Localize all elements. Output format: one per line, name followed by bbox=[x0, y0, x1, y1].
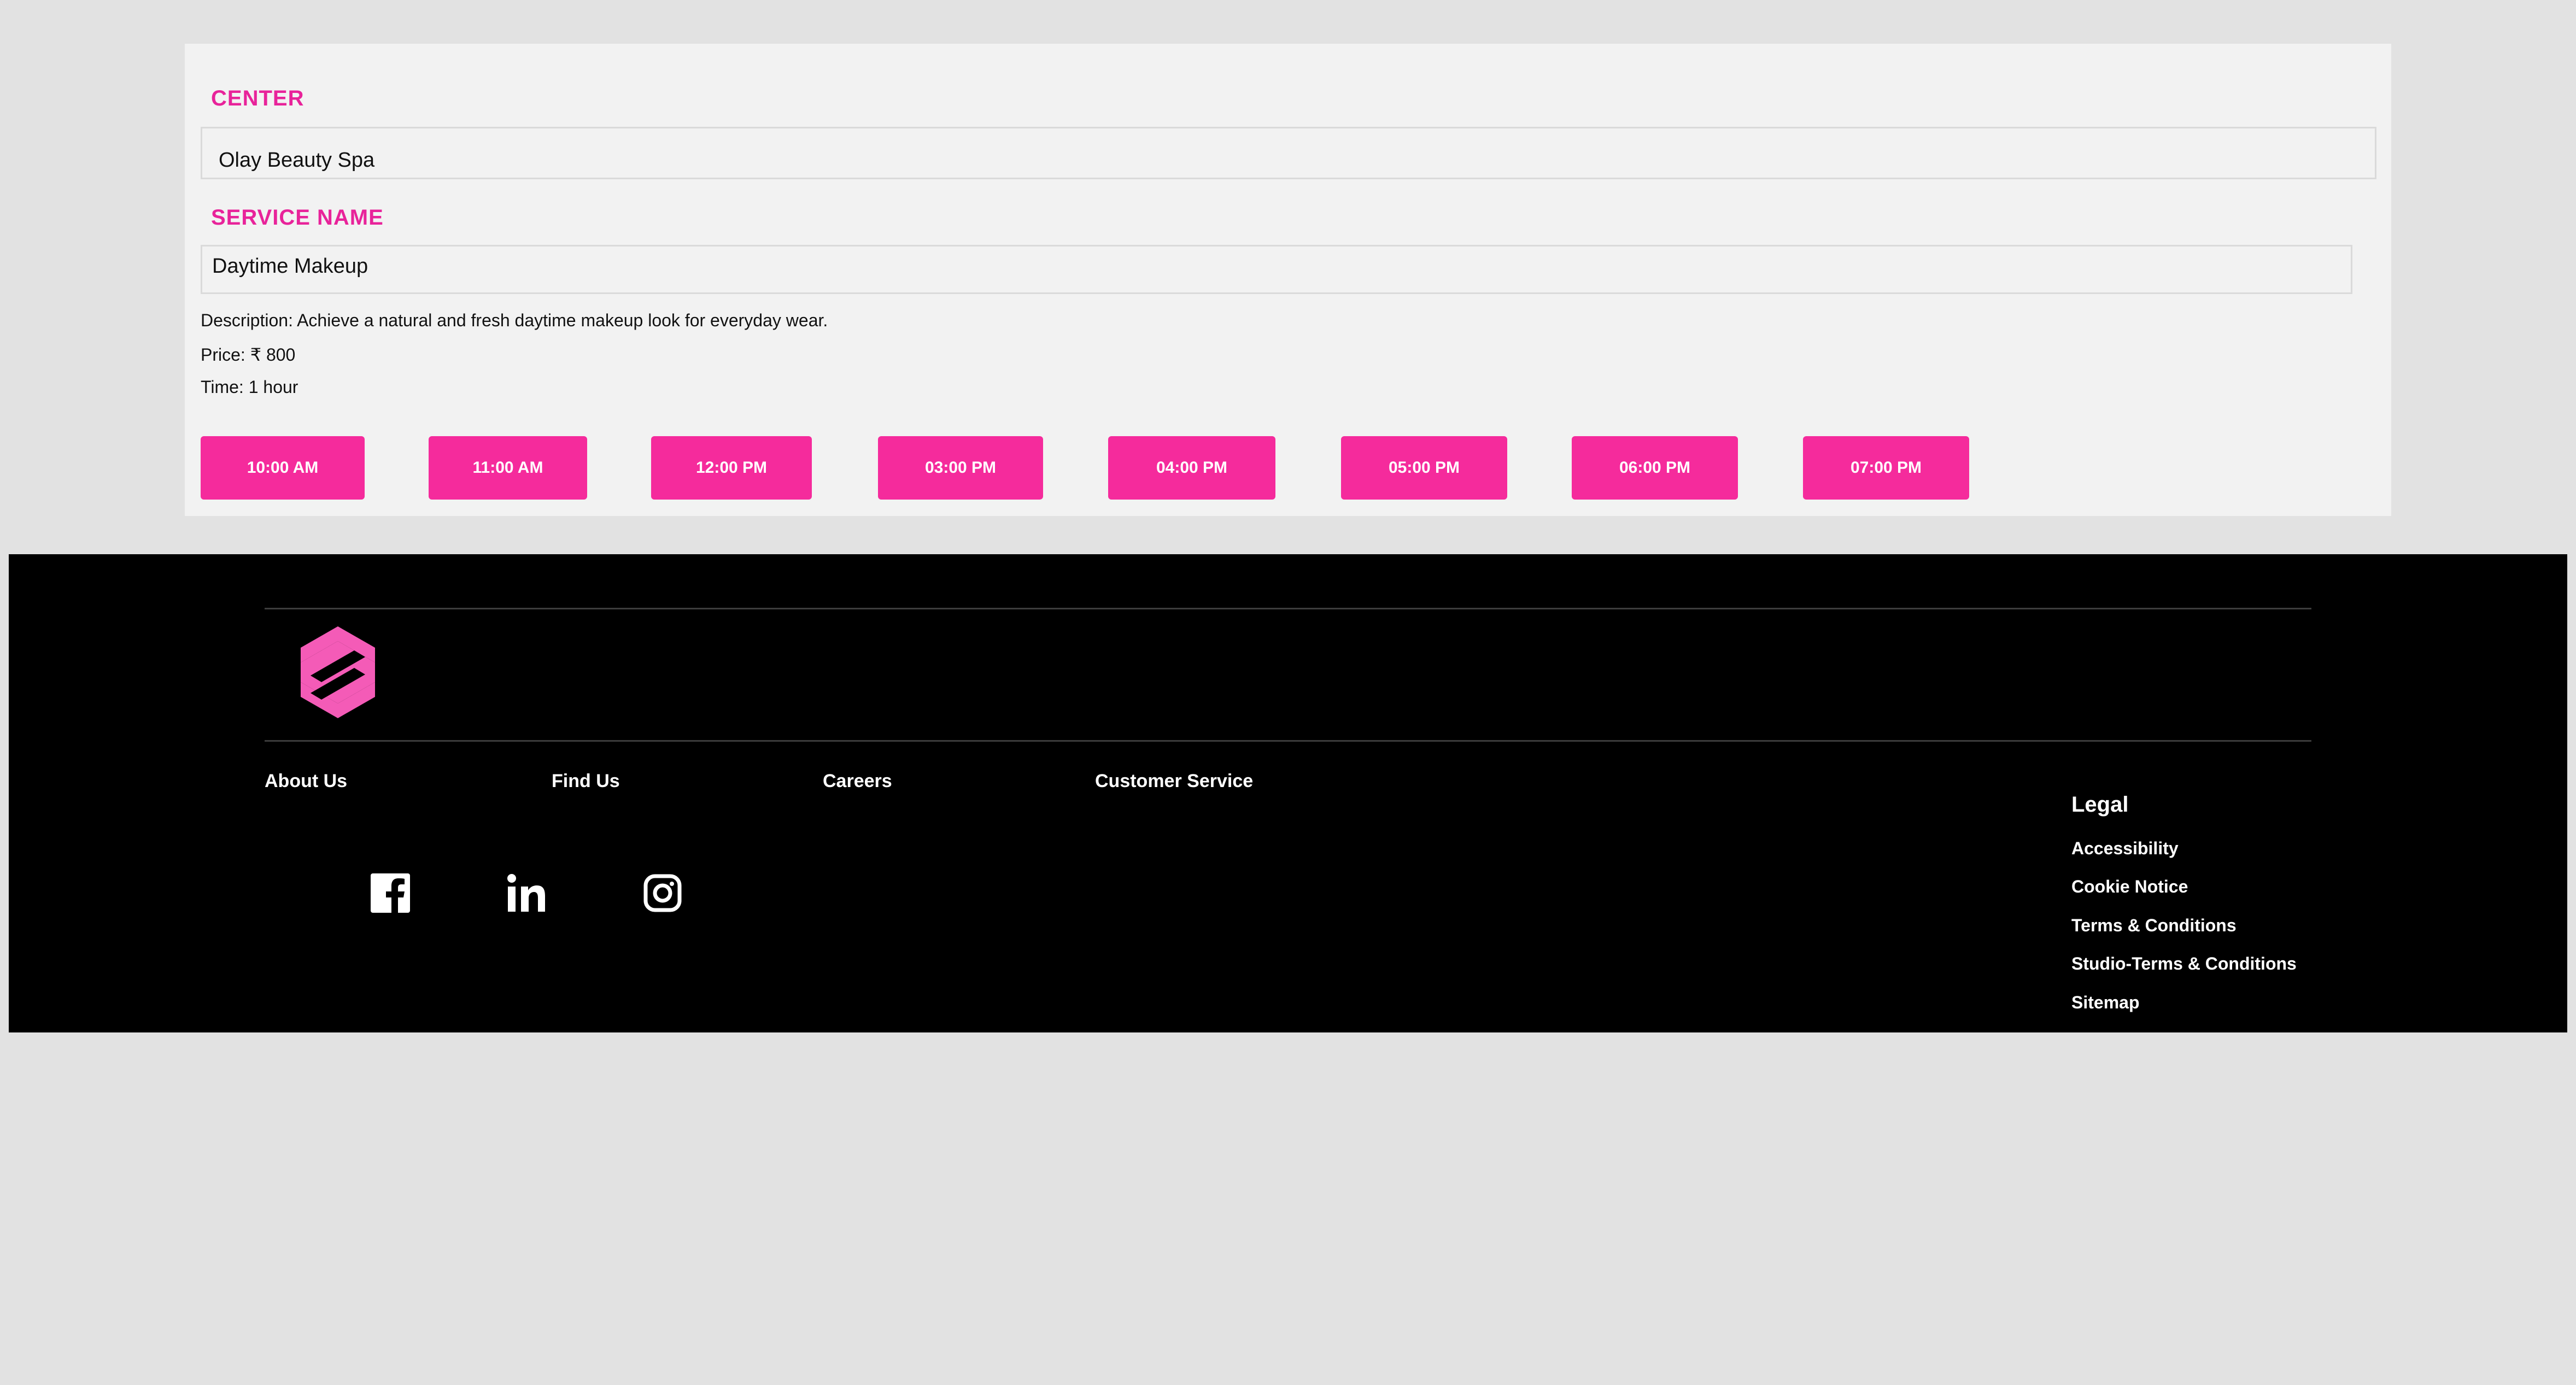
time-slot-button[interactable]: 10:00 AM bbox=[201, 436, 365, 500]
time-slot-button[interactable]: 11:00 AM bbox=[429, 436, 587, 500]
facebook-icon[interactable] bbox=[370, 872, 411, 914]
center-label: CENTER bbox=[211, 86, 305, 110]
time-slot-button[interactable]: 05:00 PM bbox=[1341, 436, 1507, 500]
time-slot-button[interactable]: 03:00 PM bbox=[878, 436, 1043, 500]
legal-heading: Legal bbox=[2071, 793, 2129, 817]
site-footer: About Us Find Us Careers Customer Servic… bbox=[9, 554, 2567, 1032]
legal-link-sitemap[interactable]: Sitemap bbox=[2071, 993, 2139, 1013]
footer-link-find-us[interactable]: Find Us bbox=[552, 771, 620, 792]
time-slot-button[interactable]: 07:00 PM bbox=[1803, 436, 1969, 500]
footer-divider bbox=[265, 608, 2311, 609]
booking-card: CENTER Olay Beauty Spa SERVICE NAME Dayt… bbox=[185, 44, 2391, 516]
center-field[interactable]: Olay Beauty Spa bbox=[201, 127, 2376, 179]
service-price: Price: ₹ 800 bbox=[201, 345, 296, 365]
service-description: Description: Achieve a natural and fresh… bbox=[201, 310, 828, 330]
center-value: Olay Beauty Spa bbox=[219, 149, 375, 172]
footer-divider bbox=[265, 740, 2311, 742]
legal-link-accessibility[interactable]: Accessibility bbox=[2071, 838, 2179, 859]
service-name-field[interactable]: Daytime Makeup bbox=[201, 245, 2352, 294]
footer-link-careers[interactable]: Careers bbox=[823, 771, 892, 792]
footer-link-about-us[interactable]: About Us bbox=[265, 771, 347, 792]
instagram-icon[interactable] bbox=[642, 872, 683, 914]
time-slot-button[interactable]: 06:00 PM bbox=[1572, 436, 1738, 500]
time-slot-button[interactable]: 04:00 PM bbox=[1108, 436, 1275, 500]
footer-link-customer-service[interactable]: Customer Service bbox=[1095, 771, 1253, 792]
brand-logo-icon[interactable] bbox=[294, 623, 382, 721]
service-name-label: SERVICE NAME bbox=[211, 206, 384, 230]
legal-link-cookie-notice[interactable]: Cookie Notice bbox=[2071, 877, 2188, 897]
linkedin-icon[interactable] bbox=[506, 872, 547, 914]
legal-link-studio-terms-conditions[interactable]: Studio-Terms & Conditions bbox=[2071, 954, 2297, 974]
service-name-value: Daytime Makeup bbox=[212, 254, 368, 278]
service-duration: Time: 1 hour bbox=[201, 377, 298, 397]
legal-link-terms-conditions[interactable]: Terms & Conditions bbox=[2071, 915, 2237, 936]
time-slot-button[interactable]: 12:00 PM bbox=[651, 436, 812, 500]
